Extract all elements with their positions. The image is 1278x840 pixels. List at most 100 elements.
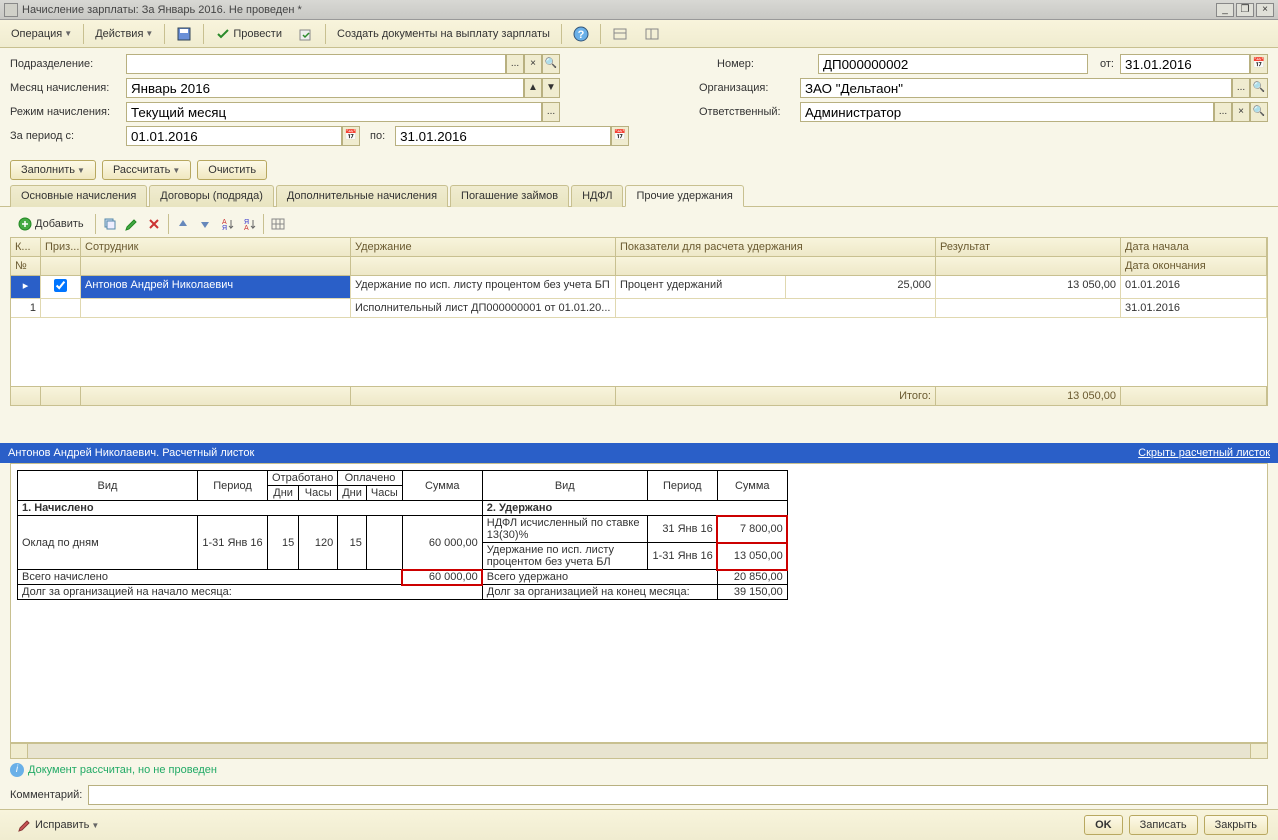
tab-additional-accruals[interactable]: Дополнительные начисления xyxy=(276,185,448,207)
tab-other-deductions[interactable]: Прочие удержания xyxy=(625,185,743,207)
cell-employee[interactable]: Антонов Андрей Николаевич xyxy=(81,276,351,299)
month-label: Месяц начисления: xyxy=(10,82,120,94)
save-button[interactable]: Записать xyxy=(1129,815,1198,835)
resp-input[interactable] xyxy=(800,102,1214,122)
table-settings-icon[interactable] xyxy=(268,214,288,234)
table-row[interactable]: 1 Исполнительный лист ДП000000001 от 01.… xyxy=(11,299,1267,318)
cell-date-end[interactable]: 31.01.2016 xyxy=(1121,299,1267,318)
row-marker-icon: ▸ xyxy=(11,276,41,299)
cell-indicator-value[interactable]: 25,000 xyxy=(786,276,936,299)
resp-select-button[interactable]: ... xyxy=(1214,102,1232,122)
month-input[interactable] xyxy=(126,78,524,98)
actions-menu[interactable]: Действия ▼ xyxy=(88,25,160,43)
delete-row-icon[interactable] xyxy=(144,214,164,234)
org-input[interactable] xyxy=(800,78,1232,98)
period-to-label: по: xyxy=(370,130,385,142)
deductions-grid: К... Приз... Сотрудник Удержание Показат… xyxy=(10,237,1268,406)
cell-result[interactable]: 13 050,00 xyxy=(936,276,1121,299)
sort-asc-icon[interactable]: АЯ xyxy=(217,214,237,234)
org-open-button[interactable]: 🔍 xyxy=(1250,78,1268,98)
cell-date-start[interactable]: 01.01.2016 xyxy=(1121,276,1267,299)
col-date-start[interactable]: Дата начала xyxy=(1121,238,1267,256)
save-icon-button[interactable] xyxy=(169,23,199,45)
post-button[interactable]: Провести xyxy=(208,23,289,45)
create-payment-docs-button[interactable]: Создать документы на выплату зарплаты xyxy=(330,25,557,43)
period-to-input[interactable] xyxy=(395,126,611,146)
tab-ndfl[interactable]: НДФЛ xyxy=(571,185,623,207)
col-n[interactable]: № xyxy=(11,257,41,275)
footer-total-value: 13 050,00 xyxy=(936,387,1121,405)
ndfl-sum-cell: 7 800,00 xyxy=(717,516,787,543)
calc-button[interactable]: Рассчитать ▼ xyxy=(102,160,191,180)
number-input[interactable] xyxy=(818,54,1088,74)
copy-row-icon[interactable] xyxy=(100,214,120,234)
total-accrued-cell: 60 000,00 xyxy=(402,570,482,585)
resp-clear-button[interactable]: × xyxy=(1232,102,1250,122)
period-to-calendar-button[interactable]: 📅 xyxy=(611,126,629,146)
number-label: Номер: xyxy=(717,58,812,70)
col-deduction[interactable]: Удержание xyxy=(351,238,616,256)
window-title: Начисление зарплаты: За Январь 2016. Не … xyxy=(22,4,1216,16)
help-icon[interactable]: ? xyxy=(566,23,596,45)
info-icon: i xyxy=(10,763,24,777)
main-toolbar: Операция ▼ Действия ▼ Провести Создать д… xyxy=(0,20,1278,48)
move-up-icon[interactable] xyxy=(173,214,193,234)
subdivision-open-button[interactable]: 🔍 xyxy=(542,54,560,74)
col-k[interactable]: К... xyxy=(11,238,41,256)
month-up-button[interactable]: ▲ xyxy=(524,78,542,98)
edit-row-icon[interactable] xyxy=(122,214,142,234)
svg-text:?: ? xyxy=(578,29,585,41)
post-icon-button[interactable] xyxy=(291,23,321,45)
hide-payslip-link[interactable]: Скрыть расчетный листок xyxy=(1138,447,1270,459)
minimize-button[interactable]: _ xyxy=(1216,3,1234,17)
cell-indicator-name[interactable]: Процент удержаний xyxy=(616,276,786,299)
status-text: Документ рассчитан, но не проведен xyxy=(28,764,217,776)
clear-button[interactable]: Очистить xyxy=(197,160,267,180)
tab-contracts[interactable]: Договоры (подряда) xyxy=(149,185,274,207)
col-result[interactable]: Результат xyxy=(936,238,1121,256)
period-from-label: За период с: xyxy=(10,130,120,142)
comment-input[interactable] xyxy=(88,785,1268,805)
col-priz[interactable]: Приз... xyxy=(41,238,81,256)
resp-open-button[interactable]: 🔍 xyxy=(1250,102,1268,122)
cell-deduction-doc[interactable]: Исполнительный лист ДП000000001 от 01.01… xyxy=(351,299,616,318)
col-employee[interactable]: Сотрудник xyxy=(81,238,351,256)
close-form-button[interactable]: Закрыть xyxy=(1204,815,1268,835)
config2-icon[interactable] xyxy=(637,23,667,45)
subdivision-input[interactable] xyxy=(126,54,506,74)
titlebar: Начисление зарплаты: За Январь 2016. Не … xyxy=(0,0,1278,20)
sort-desc-icon[interactable]: ЯА xyxy=(239,214,259,234)
col-date-end[interactable]: Дата окончания xyxy=(1121,257,1267,275)
horizontal-scrollbar[interactable] xyxy=(10,743,1268,759)
period-from-input[interactable] xyxy=(126,126,342,146)
fill-button[interactable]: Заполнить ▼ xyxy=(10,160,96,180)
tab-main-accruals[interactable]: Основные начисления xyxy=(10,185,147,207)
cell-deduction[interactable]: Удержание по исп. листу процентом без уч… xyxy=(351,276,616,299)
row-checkbox[interactable] xyxy=(54,279,67,292)
deduction-sum-cell: 13 050,00 xyxy=(717,543,787,570)
move-down-icon[interactable] xyxy=(195,214,215,234)
mode-input[interactable] xyxy=(126,102,542,122)
payslip-area: Вид Период Отработано Оплачено Сумма Вид… xyxy=(10,463,1268,743)
maximize-button[interactable]: ❐ xyxy=(1236,3,1254,17)
date-calendar-button[interactable]: 📅 xyxy=(1250,54,1268,74)
payslip-table: Вид Период Отработано Оплачено Сумма Вид… xyxy=(17,470,788,600)
add-row-button[interactable]: Добавить xyxy=(10,213,91,235)
subdivision-select-button[interactable]: ... xyxy=(506,54,524,74)
col-indicators[interactable]: Показатели для расчета удержания xyxy=(616,238,936,256)
close-button[interactable]: × xyxy=(1256,3,1274,17)
mode-select-button[interactable]: ... xyxy=(542,102,560,122)
cell-n: 1 xyxy=(11,299,41,318)
footer-total-label: Итого: xyxy=(616,387,936,405)
period-from-calendar-button[interactable]: 📅 xyxy=(342,126,360,146)
date-input[interactable] xyxy=(1120,54,1250,74)
config-icon[interactable] xyxy=(605,23,635,45)
month-down-button[interactable]: ▼ xyxy=(542,78,560,98)
subdivision-clear-button[interactable]: × xyxy=(524,54,542,74)
tab-loan-repayment[interactable]: Погашение займов xyxy=(450,185,569,207)
ok-button[interactable]: OK xyxy=(1084,815,1123,835)
table-row[interactable]: ▸ Антонов Андрей Николаевич Удержание по… xyxy=(11,276,1267,299)
org-select-button[interactable]: ... xyxy=(1232,78,1250,98)
operation-menu[interactable]: Операция ▼ xyxy=(4,25,79,43)
fix-button[interactable]: Исправить ▼ xyxy=(10,814,106,836)
